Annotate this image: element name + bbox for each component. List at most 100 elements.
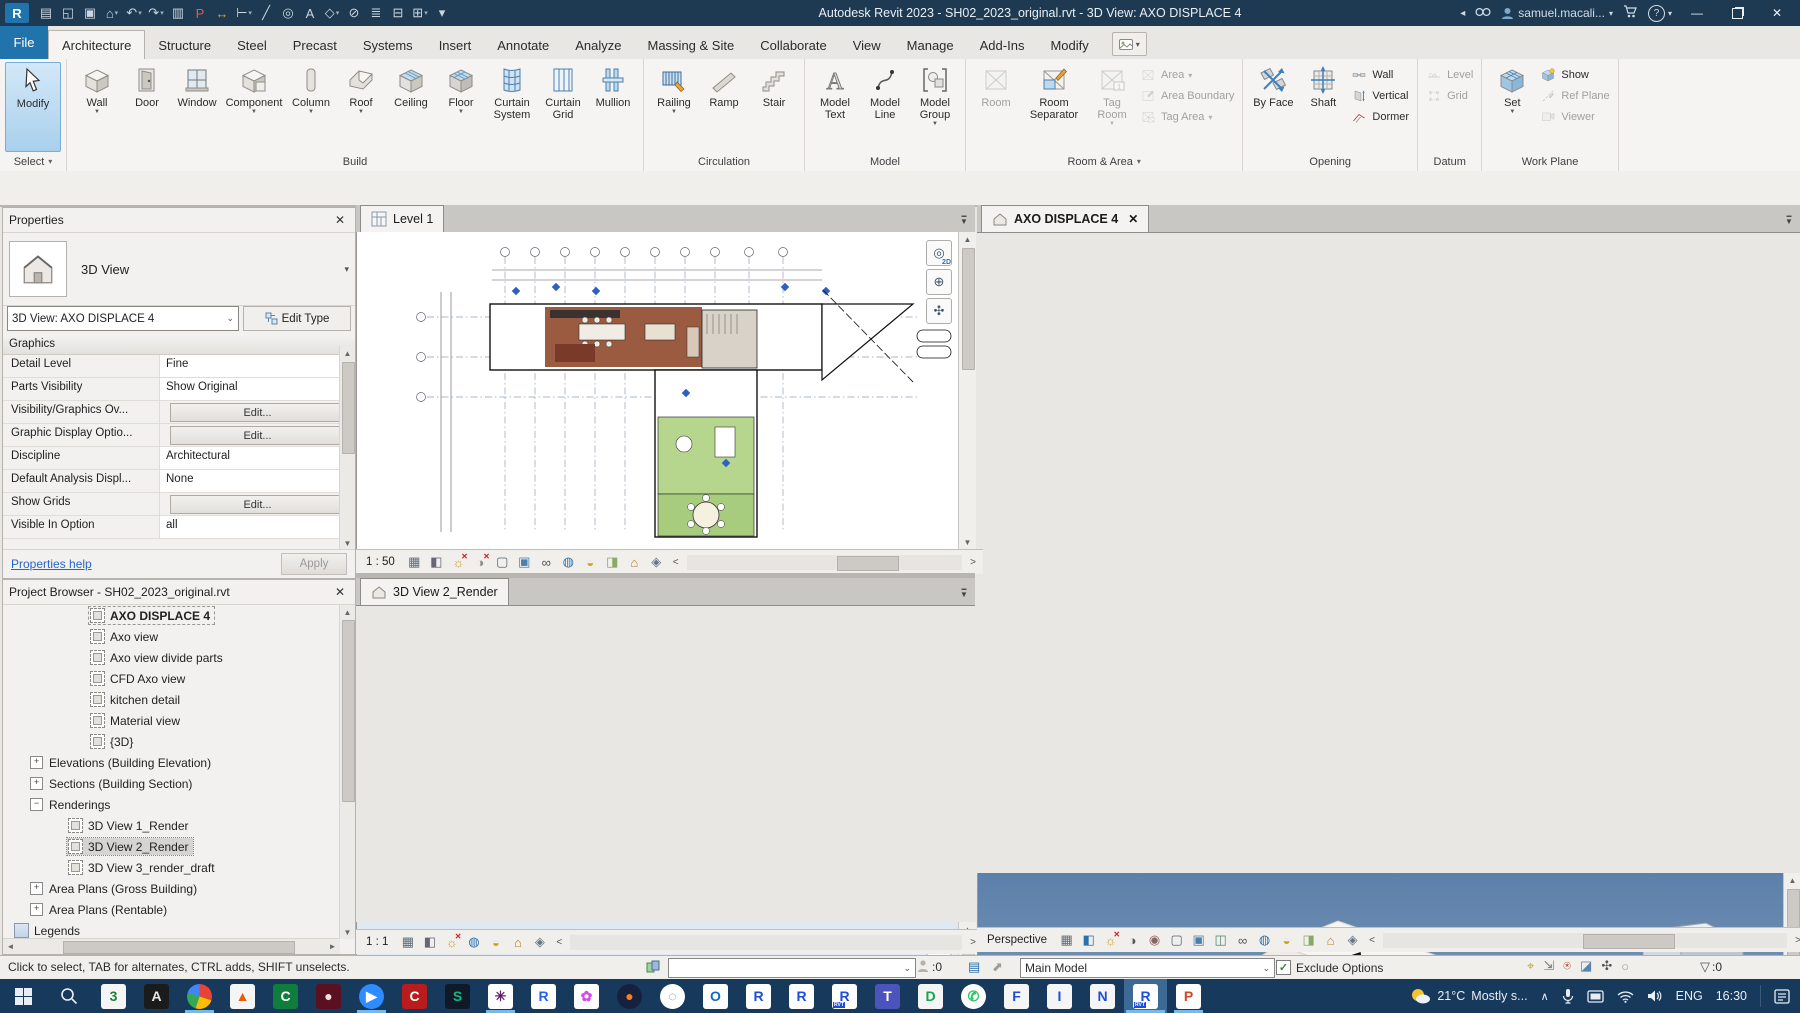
curtain-system-button[interactable]: Curtain System bbox=[486, 62, 538, 121]
visual-style-icon[interactable]: ◧ bbox=[421, 934, 438, 951]
worksharing-display-icon[interactable]: ◨ bbox=[604, 554, 621, 571]
tree-item[interactable]: 3D View 3_render_draft bbox=[3, 857, 340, 878]
panel-label-datum[interactable]: Datum bbox=[1418, 152, 1481, 171]
hscrollbar-track[interactable] bbox=[570, 934, 963, 950]
close-button[interactable]: ✕ bbox=[1762, 0, 1792, 26]
reveal-constraints-icon[interactable]: ◈ bbox=[1344, 932, 1361, 949]
show-rendering-icon[interactable]: ▦ bbox=[1058, 932, 1075, 949]
volume-icon[interactable] bbox=[1647, 989, 1663, 1003]
taskbar-app-sharex[interactable]: S bbox=[436, 979, 479, 1013]
taskbar-app-i-app[interactable]: I bbox=[1038, 979, 1081, 1013]
level-button[interactable]: Level bbox=[1423, 66, 1476, 84]
show-rendering-icon[interactable]: ▦ bbox=[399, 934, 416, 951]
taskbar-app-powerpoint[interactable]: P bbox=[1167, 979, 1210, 1013]
stair-button[interactable]: Stair bbox=[749, 62, 799, 109]
type-preview[interactable]: 3D View ▾ bbox=[3, 233, 355, 306]
wifi-icon[interactable] bbox=[1617, 990, 1634, 1003]
start-button[interactable] bbox=[0, 979, 46, 1013]
collapse-icon[interactable]: − bbox=[30, 798, 43, 811]
crop-view-icon[interactable]: ▢ bbox=[1168, 932, 1185, 949]
undo-icon[interactable]: ↶ ▾ bbox=[123, 3, 145, 23]
viewer-button[interactable]: Viewer bbox=[1537, 108, 1612, 126]
tree-item[interactable]: 3D View 2_Render bbox=[3, 836, 340, 857]
taskbar-app-red-media-app[interactable]: ● bbox=[307, 979, 350, 1013]
notification-center-icon[interactable] bbox=[1774, 988, 1790, 1004]
hscrollbar-track[interactable] bbox=[686, 554, 963, 571]
tab-list-menu-icon[interactable]: ━ ▼ bbox=[1778, 205, 1800, 232]
expand-icon[interactable]: + bbox=[30, 903, 43, 916]
weather-widget[interactable]: 21°C Mostly s... bbox=[1409, 986, 1528, 1006]
show-button[interactable]: Show bbox=[1537, 66, 1612, 84]
visual-style-icon[interactable]: ◧ bbox=[1080, 932, 1097, 949]
panel-label-circulation[interactable]: Circulation bbox=[644, 152, 804, 171]
tab-architecture[interactable]: Architecture bbox=[48, 30, 146, 59]
taskbar-app-resolve[interactable]: D bbox=[909, 979, 952, 1013]
property-value[interactable]: Architectural bbox=[160, 447, 355, 469]
reveal-hidden-icon[interactable]: ◍ bbox=[1256, 932, 1273, 949]
apply-button[interactable]: Apply bbox=[281, 553, 347, 575]
modify-button[interactable]: Modify bbox=[5, 62, 61, 152]
tree-item[interactable]: + Sections (Building Section) bbox=[3, 773, 340, 794]
property-value[interactable]: Edit... bbox=[160, 424, 355, 446]
customize-qat-icon[interactable]: ▾ bbox=[431, 3, 453, 23]
text-icon[interactable]: A bbox=[299, 3, 321, 23]
tree-item[interactable]: + Elevations (Building Elevation) bbox=[3, 752, 340, 773]
dormer-button[interactable]: Dormer bbox=[1348, 108, 1412, 126]
microphone-icon[interactable] bbox=[1562, 988, 1574, 1004]
ramp-button[interactable]: Ramp bbox=[699, 62, 749, 109]
worksharing-display-icon[interactable]: ◨ bbox=[1300, 932, 1317, 949]
aligned-dimension-icon[interactable]: ⊢ ▾ bbox=[233, 3, 255, 23]
panel-label-build[interactable]: Build bbox=[67, 152, 643, 171]
room-button[interactable]: Room bbox=[971, 62, 1021, 109]
tree-item[interactable]: {3D} bbox=[3, 731, 340, 752]
tree-item[interactable]: − Renderings bbox=[3, 794, 340, 815]
tree-item[interactable]: 3D View 1_Render bbox=[3, 815, 340, 836]
ceiling-button[interactable]: Ceiling bbox=[386, 62, 436, 109]
ribbon-display-toggle[interactable]: ▾ bbox=[1111, 32, 1147, 56]
door-button[interactable]: Door bbox=[122, 62, 172, 109]
expand-icon[interactable]: + bbox=[30, 756, 43, 769]
temporary-hide-icon[interactable]: ◒ bbox=[487, 934, 504, 951]
property-value[interactable]: all bbox=[160, 516, 355, 538]
tab-systems[interactable]: Systems bbox=[350, 32, 426, 59]
temporary-hide-icon[interactable]: ◒ bbox=[1278, 932, 1295, 949]
tab-structure[interactable]: Structure bbox=[145, 32, 224, 59]
taskbar-app-teams[interactable]: T bbox=[866, 979, 909, 1013]
hscrollbar-track[interactable] bbox=[1382, 932, 1788, 949]
account-menu[interactable]: samuel.macali... ▾ bbox=[1501, 6, 1613, 20]
property-value[interactable]: None bbox=[160, 470, 355, 492]
panel-label-model[interactable]: Model bbox=[805, 152, 965, 171]
visual-style-icon[interactable]: ◧ bbox=[428, 554, 445, 571]
thin-lines-icon[interactable]: ≣ bbox=[365, 3, 387, 23]
export-pdf-icon[interactable]: P bbox=[189, 3, 211, 23]
zoom-icon[interactable]: ⊕ bbox=[926, 269, 952, 295]
tab-massing-site[interactable]: Massing & Site bbox=[635, 32, 748, 59]
tab-annotate[interactable]: Annotate bbox=[484, 32, 562, 59]
level1-viewport[interactable]: ◎ 2D ⊕ ✣ ▲ ▼ bbox=[356, 232, 976, 549]
taskbar-app-revit-2[interactable]: R bbox=[737, 979, 780, 1013]
tree-item[interactable]: + Area Plans (Gross Building) bbox=[3, 878, 340, 899]
view-scale[interactable]: 1 : 50 bbox=[360, 556, 401, 568]
grid-button[interactable]: Grid bbox=[1423, 87, 1476, 105]
scroll-left-icon[interactable]: < bbox=[553, 937, 565, 948]
taskbar-app-outlook[interactable]: O bbox=[694, 979, 737, 1013]
window-button[interactable]: Window bbox=[172, 62, 222, 109]
scroll-right-icon[interactable]: > bbox=[967, 557, 979, 568]
tab-view[interactable]: View bbox=[840, 32, 894, 59]
reveal-hidden-icon[interactable]: ◍ bbox=[465, 934, 482, 951]
property-value[interactable]: Edit... bbox=[160, 401, 355, 423]
column-button[interactable]: Column ▼ bbox=[286, 62, 336, 116]
wall-button[interactable]: Wall bbox=[1348, 66, 1412, 84]
section-icon[interactable]: ⊘ bbox=[343, 3, 365, 23]
select-links-icon[interactable]: ⇲ bbox=[1543, 958, 1554, 974]
save-icon[interactable]: ▣ bbox=[79, 3, 101, 23]
tag-room-button[interactable]: 1 Tag Room ▼ bbox=[1087, 62, 1137, 128]
revit-logo-icon[interactable]: R bbox=[5, 3, 29, 23]
ref-plane-button[interactable]: Ref Plane bbox=[1537, 87, 1612, 105]
reveal-constraints-icon[interactable]: ◈ bbox=[531, 934, 548, 951]
edit-button[interactable]: Edit... bbox=[170, 426, 345, 445]
taskbar-app-3-app[interactable]: 3 bbox=[92, 979, 135, 1013]
edit-type-button[interactable]: Edit Type bbox=[243, 306, 351, 331]
editable-only-toggle[interactable]: :0 bbox=[916, 959, 942, 974]
properties-scrollbar[interactable]: ▲ ▼ bbox=[339, 346, 355, 550]
